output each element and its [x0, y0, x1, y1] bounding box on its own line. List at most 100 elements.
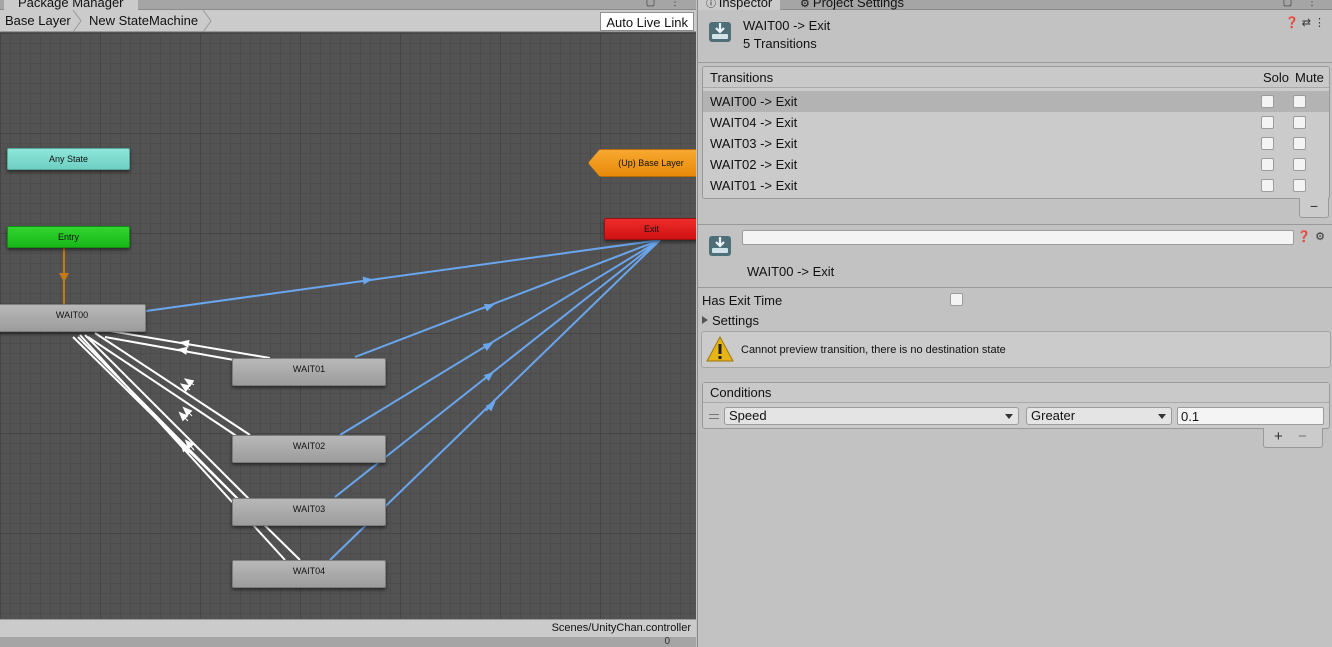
remove-transition-button[interactable]: −	[1299, 198, 1329, 218]
controller-path: Scenes/UnityChan.controller	[551, 622, 691, 634]
exit-node[interactable]: Exit	[604, 218, 696, 240]
solo-header-label: Solo	[1263, 70, 1290, 85]
conditions-header: Conditions	[703, 383, 1329, 403]
state-node-wait03[interactable]: WAIT03	[232, 498, 386, 526]
transition-row[interactable]: WAIT04 -> Exit	[703, 112, 1329, 133]
entry-node[interactable]: Entry	[7, 226, 130, 248]
condition-parameter-dropdown[interactable]: Speed	[724, 407, 1019, 425]
gear-icon: ⚙	[800, 0, 813, 10]
transition-name-field[interactable]	[742, 230, 1294, 245]
transition-row-label: WAIT02 -> Exit	[710, 157, 798, 172]
transition-row-label: WAIT00 -> Exit	[710, 94, 798, 109]
drag-handle-icon[interactable]	[709, 414, 719, 419]
transition-row-label: WAIT01 -> Exit	[710, 178, 798, 193]
info-icon: ⓘ	[706, 0, 719, 10]
transition-wait00-wait03	[84, 334, 251, 501]
chevron-down-icon	[1005, 414, 1013, 419]
condition-mode-dropdown[interactable]: Greater	[1026, 407, 1172, 425]
up-base-layer-node[interactable]: (Up) Base Layer	[588, 149, 696, 177]
divider	[698, 62, 1332, 63]
header-tools: ❓⇄⋮	[1285, 16, 1328, 29]
mute-checkbox[interactable]	[1293, 158, 1306, 171]
gear-icon[interactable]: ⚙	[1315, 231, 1329, 243]
transition-icon	[709, 236, 731, 256]
breadcrumb-base-layer[interactable]: Base Layer	[0, 10, 71, 32]
transition-wait02-exit	[339, 239, 661, 436]
condition-add-remove: + −	[1263, 428, 1323, 448]
help-icon[interactable]: ❓	[1285, 17, 1302, 29]
transition-arrow-icon	[183, 378, 195, 388]
inspector-tab-bar: ⓘ Inspector ⚙ Project Settings ▢ ⋮	[698, 0, 1332, 10]
has-exit-time-checkbox[interactable]	[950, 293, 963, 306]
auto-live-link-button[interactable]: Auto Live Link	[600, 12, 694, 31]
transition-icon	[709, 22, 731, 42]
has-exit-time-label: Has Exit Time	[702, 293, 783, 308]
divider	[698, 287, 1332, 288]
chevron-down-icon	[1158, 414, 1166, 419]
transition-row[interactable]: WAIT01 -> Exit	[703, 175, 1329, 196]
transition-row[interactable]: WAIT00 -> Exit	[703, 91, 1329, 112]
transitions-list-header: Transitions Solo Mute	[703, 67, 1329, 88]
state-node-wait04[interactable]: WAIT04	[232, 560, 386, 588]
window-menu-icon[interactable]: ▢ ⋮	[646, 0, 686, 8]
help-icon[interactable]: ❓	[1297, 231, 1315, 243]
warning-box: Cannot preview transition, there is no d…	[701, 331, 1331, 368]
mute-checkbox[interactable]	[1293, 95, 1306, 108]
solo-checkbox[interactable]	[1261, 95, 1274, 108]
solo-checkbox[interactable]	[1261, 137, 1274, 150]
tab-project-settings-label: Project Settings	[812, 0, 904, 10]
window-menu-icon[interactable]: ▢ ⋮	[1283, 0, 1323, 8]
condition-parameter-value: Speed	[729, 408, 767, 423]
more-icon[interactable]: ⋮	[1314, 17, 1328, 29]
warning-icon	[706, 336, 734, 362]
animator-tab-bar: Package Manager ▢ ⋮	[0, 0, 696, 10]
tab-project-settings[interactable]: ⚙ Project Settings	[792, 0, 910, 10]
settings-foldout[interactable]: Settings	[712, 313, 759, 328]
tab-inspector[interactable]: ⓘ Inspector	[698, 0, 780, 10]
inspector-title: WAIT00 -> Exit	[743, 18, 831, 33]
state-node-wait00[interactable]: WAIT00	[0, 304, 146, 332]
inspector-window: ⓘ Inspector ⚙ Project Settings ▢ ⋮ WAIT0…	[697, 0, 1332, 647]
solo-checkbox[interactable]	[1261, 116, 1274, 129]
name-tools: ❓⚙	[1297, 230, 1329, 243]
any-state-node[interactable]: Any State	[7, 148, 130, 170]
mute-checkbox[interactable]	[1293, 137, 1306, 150]
transition-arrow-icon	[179, 383, 191, 393]
solo-checkbox[interactable]	[1261, 158, 1274, 171]
mute-checkbox[interactable]	[1293, 116, 1306, 129]
settings-foldout-arrow-icon[interactable]	[702, 316, 708, 324]
state-node-wait02[interactable]: WAIT02	[232, 435, 386, 463]
transitions-list: Transitions Solo Mute WAIT00 -> Exit WAI…	[702, 66, 1330, 199]
transition-row[interactable]: WAIT03 -> Exit	[703, 133, 1329, 154]
state-machine-graph[interactable]: Any State Entry Exit (Up) Base Layer WAI…	[0, 33, 696, 619]
conditions-list: Conditions Speed Greater 0.1	[702, 382, 1330, 429]
animator-window: Package Manager ▢ ⋮ Base Layer New State…	[0, 0, 696, 647]
condition-mode-value: Greater	[1031, 408, 1076, 423]
solo-checkbox[interactable]	[1261, 179, 1274, 192]
tab-inspector-label: Inspector	[718, 0, 773, 10]
breadcrumb-separator-icon	[202, 10, 212, 32]
condition-threshold-field[interactable]: 0.1	[1177, 407, 1324, 425]
tab-package-manager[interactable]: Package Manager	[4, 0, 138, 10]
mute-checkbox[interactable]	[1293, 179, 1306, 192]
add-condition-button[interactable]: +	[1274, 428, 1283, 446]
bottom-strip: 0	[0, 637, 696, 647]
transition-arrow-icon	[182, 406, 193, 417]
inspector-subtitle: 5 Transitions	[743, 36, 817, 51]
transition-name-label: WAIT00 -> Exit	[747, 264, 835, 279]
entry-arrow-icon	[59, 273, 69, 282]
breadcrumb: Base Layer New StateMachine Auto Live Li…	[0, 10, 696, 32]
transitions-header-label: Transitions	[710, 70, 774, 85]
transition-wait01-exit	[354, 239, 661, 358]
divider	[698, 224, 1332, 225]
transition-arrow-icon	[178, 411, 189, 422]
transition-row-label: WAIT03 -> Exit	[710, 136, 798, 151]
state-node-wait01[interactable]: WAIT01	[232, 358, 386, 386]
remove-condition-button[interactable]: −	[1298, 428, 1307, 446]
transition-row-label: WAIT04 -> Exit	[710, 115, 798, 130]
transition-row[interactable]: WAIT02 -> Exit	[703, 154, 1329, 175]
preset-icon[interactable]: ⇄	[1302, 17, 1314, 29]
bottom-hint: 0	[664, 636, 670, 647]
breadcrumb-state-machine[interactable]: New StateMachine	[84, 10, 198, 32]
mute-header-label: Mute	[1295, 70, 1324, 85]
